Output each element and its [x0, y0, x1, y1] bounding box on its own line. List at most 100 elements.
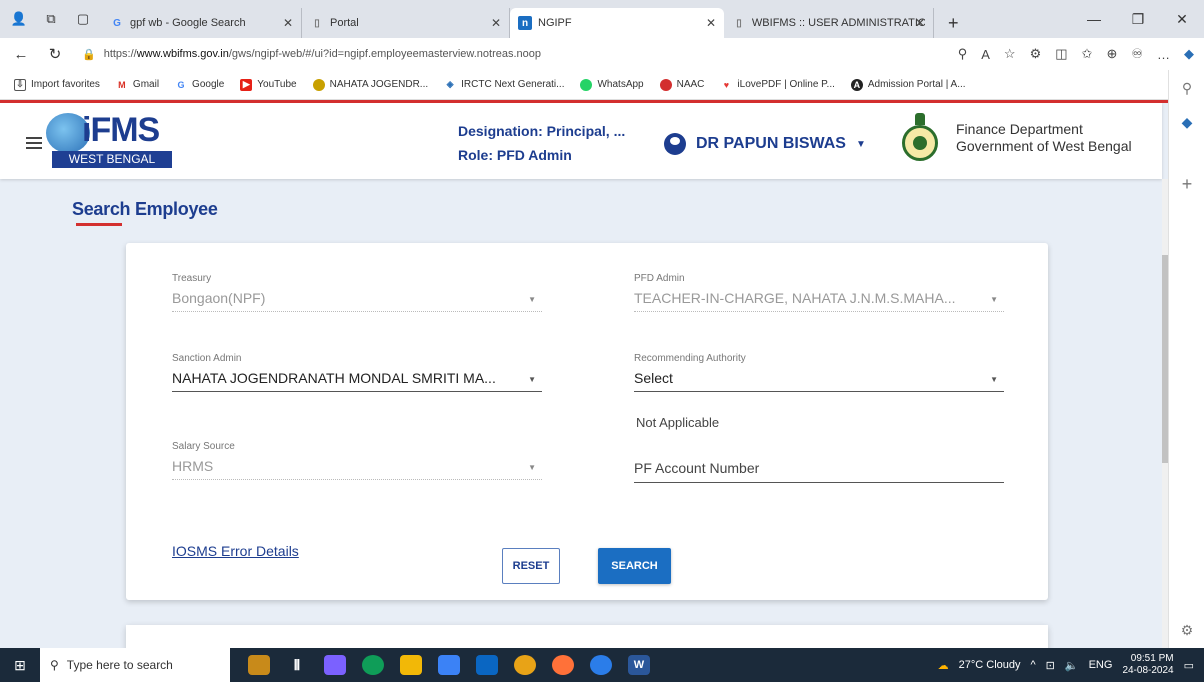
favorite-gmail[interactable]: M Gmail: [116, 79, 159, 91]
favorite-import[interactable]: ⇩ Import favorites: [14, 78, 100, 91]
address-bar: ← ↻ 🔒 https://www.wbifms.gov.in/gws/ngip…: [0, 38, 1204, 70]
restore-icon[interactable]: ❐: [1116, 11, 1160, 28]
favorite-admission[interactable]: A Admission Portal | A...: [850, 78, 966, 91]
close-icon[interactable]: ✕: [491, 16, 501, 30]
tab-actions-icon[interactable]: ▢: [74, 10, 92, 28]
clock[interactable]: 09:51 PM 24-08-2024: [1122, 653, 1173, 677]
gmail-icon: M: [118, 79, 126, 90]
language-indicator[interactable]: ENG: [1089, 659, 1113, 671]
windows-taskbar: ⊞ ⚲ Type here to search ⫴ W ☁ 27°C Cloud…: [0, 648, 1204, 682]
favorite-naac[interactable]: NAAC: [659, 78, 704, 91]
browser-sidebar: ⚲ ◆ + ⚙: [1168, 70, 1204, 648]
search-icon[interactable]: ⚲: [1169, 80, 1204, 97]
workspaces-icon[interactable]: ⧉: [42, 10, 60, 28]
copilot-icon[interactable]: ♾: [1131, 46, 1143, 62]
whatsapp-icon: [580, 78, 593, 91]
pf-account-number-input[interactable]: [634, 453, 1004, 483]
treasury-select[interactable]: Treasury Bongaon(NPF) ▼: [172, 273, 542, 312]
new-tab-button[interactable]: +: [934, 8, 973, 38]
notifications-icon[interactable]: ▭: [1184, 659, 1194, 672]
windows-start-icon[interactable]: ⊞: [0, 657, 40, 674]
google-icon: G: [113, 17, 121, 29]
app-icon[interactable]: [590, 655, 612, 675]
chevron-down-icon: ▼: [855, 138, 866, 150]
extensions-icon[interactable]: ⚙: [1030, 46, 1042, 62]
taskbar-search-placeholder: Type here to search: [66, 658, 173, 672]
favorite-irctc[interactable]: ◈ IRCTC Next Generati...: [444, 79, 565, 91]
collections-icon[interactable]: ⊕: [1106, 46, 1117, 62]
favorite-google[interactable]: G Google: [175, 79, 225, 91]
naac-icon: [659, 78, 672, 91]
search-icon: ⚲: [50, 658, 59, 672]
add-icon[interactable]: +: [1169, 174, 1204, 195]
chrome-icon[interactable]: [514, 655, 536, 675]
iosms-error-details-link[interactable]: IOSMS Error Details: [172, 543, 299, 559]
refresh-icon[interactable]: ↻: [42, 45, 68, 63]
sanction-admin-select[interactable]: Sanction Admin NAHATA JOGENDRANATH MONDA…: [172, 353, 542, 392]
close-window-icon[interactable]: ✕: [1160, 11, 1204, 28]
dropdown-arrow-icon: ▼: [528, 463, 536, 472]
close-icon[interactable]: ✕: [283, 16, 293, 30]
tab-ngipf[interactable]: n NGIPF ✕: [510, 8, 724, 38]
more-icon[interactable]: …: [1157, 47, 1170, 62]
profile-icon[interactable]: 👤: [10, 10, 28, 28]
url-field[interactable]: 🔒 https://www.wbifms.gov.in/gws/ngipf-we…: [82, 48, 782, 61]
hamburger-menu-icon[interactable]: [26, 137, 42, 149]
read-aloud-icon[interactable]: A: [981, 47, 990, 62]
recommending-authority-select[interactable]: Recommending Authority Select ▼: [634, 353, 1004, 392]
close-icon[interactable]: ✕: [915, 16, 925, 30]
minimize-icon[interactable]: —: [1072, 11, 1116, 27]
file-explorer-icon[interactable]: [400, 655, 422, 675]
task-view-icon[interactable]: ⫴: [286, 655, 308, 675]
lock-icon: 🔒: [82, 48, 96, 61]
network-icon[interactable]: ⊡: [1046, 659, 1055, 672]
word-icon[interactable]: W: [628, 655, 650, 675]
favorite-star-icon[interactable]: ☆: [1004, 46, 1016, 62]
window-controls: — ❐ ✕: [1072, 0, 1204, 38]
volume-icon[interactable]: 🔈: [1065, 659, 1079, 672]
salary-source-select[interactable]: Salary Source HRMS ▼: [172, 441, 542, 480]
edge-browser-icon[interactable]: [362, 655, 384, 675]
user-menu[interactable]: DR PAPUN BISWAS ▼: [664, 133, 866, 155]
edge-copilot-icon[interactable]: ◆: [1184, 46, 1194, 62]
tab-wbifms[interactable]: ▯ WBIFMS :: USER ADMINISTRATIC ✕: [724, 8, 934, 38]
copilot-app-icon[interactable]: [324, 655, 346, 675]
weather-text[interactable]: 27°C Cloudy: [959, 659, 1021, 671]
mail-icon[interactable]: [476, 655, 498, 675]
reset-button[interactable]: RESET: [502, 548, 560, 584]
page-scrollbar[interactable]: [1162, 179, 1168, 648]
tab-portal[interactable]: ▯ Portal ✕: [302, 8, 510, 38]
favorite-whatsapp[interactable]: WhatsApp: [580, 78, 644, 91]
tab-google-search[interactable]: G gpf wb - Google Search ✕: [102, 8, 302, 38]
url-path: /gws/ngipf-web/#/ui?id=ngipf.employeemas…: [228, 48, 542, 60]
user-avatar-icon: [664, 133, 686, 155]
web-page: iFMS WEST BENGAL Designation: Principal,…: [0, 100, 1168, 648]
designation-block: Designation: Principal, ... Role: PFD Ad…: [458, 119, 625, 167]
pfd-admin-select[interactable]: PFD Admin TEACHER-IN-CHARGE, NAHATA J.N.…: [634, 273, 1004, 312]
copilot-icon[interactable]: ◆: [1169, 114, 1204, 131]
favorite-youtube[interactable]: ▶ YouTube: [240, 78, 297, 91]
split-screen-icon[interactable]: ◫: [1055, 46, 1067, 62]
finance-department: Finance Department Government of West Be…: [956, 121, 1132, 154]
ilovepdf-icon: ♥: [723, 79, 730, 90]
back-icon[interactable]: ←: [8, 46, 34, 63]
ifms-logo[interactable]: iFMS WEST BENGAL: [46, 111, 176, 168]
firefox-icon[interactable]: [552, 655, 574, 675]
search-icon[interactable]: ⚲: [958, 46, 968, 62]
favorite-nahata[interactable]: NAHATA JOGENDR...: [312, 78, 428, 91]
dropdown-arrow-icon: ▼: [990, 295, 998, 304]
tray-overflow-icon[interactable]: ^: [1031, 659, 1036, 671]
settings-icon[interactable]: ⚙: [1169, 622, 1204, 639]
close-icon[interactable]: ✕: [706, 16, 716, 30]
scrollbar-thumb[interactable]: [1162, 255, 1168, 463]
youtube-icon: ▶: [240, 78, 253, 91]
search-button[interactable]: SEARCH: [598, 548, 671, 584]
west-bengal-emblem: [900, 113, 940, 163]
favorites-list-icon[interactable]: ✩: [1082, 46, 1093, 62]
dropdown-arrow-icon: ▼: [528, 375, 536, 384]
taskbar-search[interactable]: ⚲ Type here to search: [40, 648, 230, 682]
user-name: DR PAPUN BISWAS: [696, 135, 846, 152]
favorite-ilovepdf[interactable]: ♥ iLovePDF | Online P...: [720, 79, 835, 91]
work-folder-icon[interactable]: [248, 655, 270, 675]
store-icon[interactable]: [438, 655, 460, 675]
